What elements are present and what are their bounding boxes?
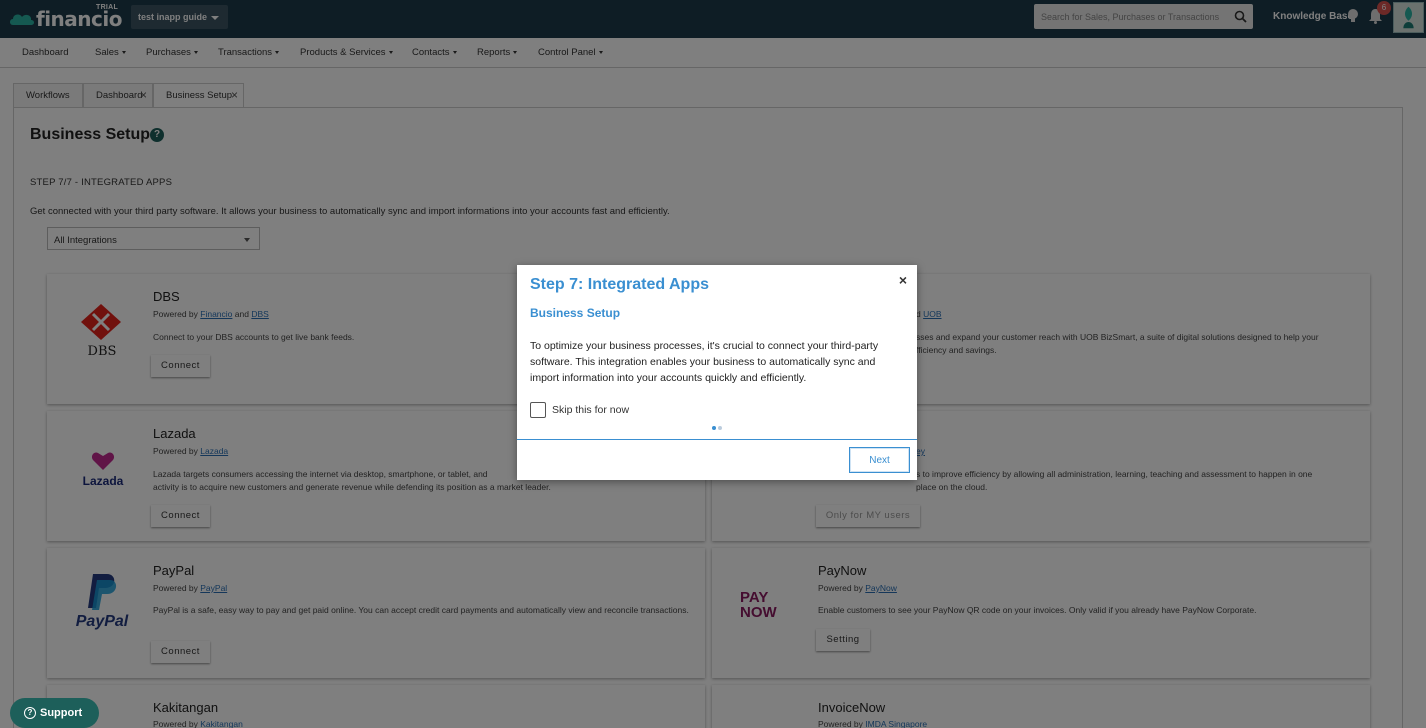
modal-subtitle: Business Setup — [530, 306, 621, 320]
guide-modal: Step 7: Integrated Apps × Business Setup… — [517, 265, 917, 480]
step-indicator — [712, 426, 722, 430]
skip-checkbox[interactable] — [530, 402, 546, 418]
modal-title: Step 7: Integrated Apps — [530, 276, 709, 293]
close-icon[interactable]: × — [899, 272, 907, 288]
modal-footer: Next — [517, 439, 917, 480]
next-button[interactable]: Next — [849, 447, 910, 473]
step-dot[interactable] — [718, 426, 722, 430]
question-icon: ? — [24, 707, 36, 719]
modal-body: To optimize your business processes, it'… — [530, 340, 879, 384]
step-dot-active[interactable] — [712, 426, 716, 430]
skip-option[interactable]: Skip this for now — [530, 402, 629, 418]
skip-label: Skip this for now — [552, 404, 630, 416]
support-label: Support — [40, 707, 83, 719]
support-button[interactable]: ? Support — [10, 698, 99, 728]
